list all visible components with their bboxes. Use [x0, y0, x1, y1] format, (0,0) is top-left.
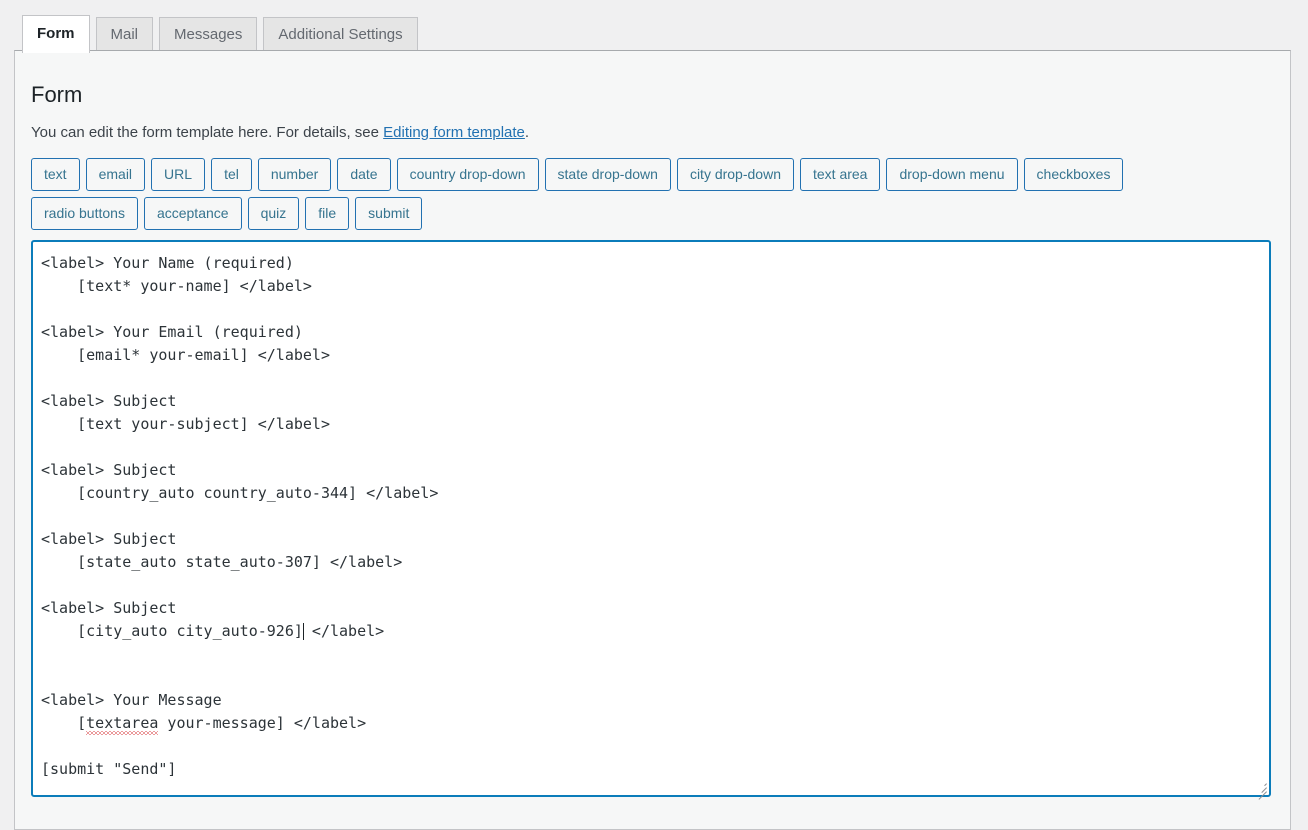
page-title: Form [31, 82, 83, 107]
tab-form-label: Form [37, 25, 75, 42]
tab-mail[interactable]: Mail [95, 17, 154, 53]
tag-button-url[interactable]: URL [151, 158, 206, 192]
editor-tab-bar: Form Mail Messages Additional Settings [0, 0, 1308, 53]
form-description: You can edit the form template here. For… [31, 122, 1274, 145]
form-description-prefix: You can edit the form template here. For… [31, 123, 384, 141]
tag-button-tel[interactable]: tel [211, 158, 252, 192]
form-template-editor-wrapper [31, 240, 1271, 800]
tag-button-date[interactable]: date [337, 158, 391, 192]
tag-button-email[interactable]: email [85, 158, 146, 192]
tag-generator-buttons: text email URL tel number date country d… [31, 158, 1211, 231]
tab-messages-label: Messages [174, 26, 243, 43]
tag-button-acceptance[interactable]: acceptance [143, 197, 242, 231]
editing-form-template-link[interactable]: Editing form template [383, 124, 525, 141]
tag-button-submit[interactable]: submit [355, 197, 423, 231]
tag-button-state-dropdown[interactable]: state drop-down [544, 158, 671, 192]
form-panel-content: Form You can edit the form template here… [15, 51, 1290, 800]
tag-button-radio-buttons[interactable]: radio buttons [31, 197, 138, 231]
form-description-suffix: . [524, 123, 530, 141]
tag-button-text-area[interactable]: text area [799, 158, 881, 192]
tab-mail-label: Mail [110, 26, 139, 43]
tab-messages[interactable]: Messages [159, 17, 258, 53]
tab-form[interactable]: Form [22, 15, 90, 53]
tag-button-quiz[interactable]: quiz [247, 197, 300, 231]
tag-button-text[interactable]: text [31, 158, 80, 192]
form-tab-panel: Form You can edit the form template here… [14, 50, 1291, 830]
tag-button-file[interactable]: file [305, 197, 350, 231]
tag-button-country-dropdown[interactable]: country drop-down [396, 158, 539, 192]
tag-button-city-dropdown[interactable]: city drop-down [676, 158, 794, 192]
tag-button-number[interactable]: number [257, 158, 332, 192]
tab-additional-settings[interactable]: Additional Settings [263, 17, 418, 53]
tag-button-drop-down-menu[interactable]: drop-down menu [886, 158, 1018, 192]
tab-additional-settings-label: Additional Settings [278, 26, 403, 43]
form-template-textarea[interactable] [31, 240, 1271, 798]
tag-button-checkboxes[interactable]: checkboxes [1023, 158, 1124, 192]
